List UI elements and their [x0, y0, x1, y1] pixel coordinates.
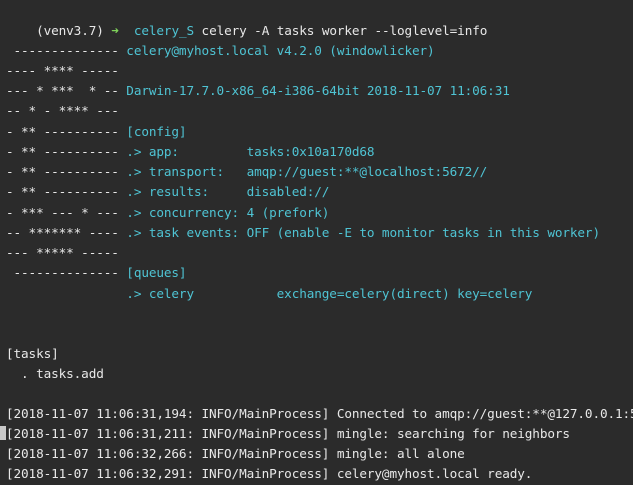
banner-art: --------------	[6, 43, 127, 58]
banner-line: --- * *** * -- Darwin-17.7.0-x86_64-i386…	[6, 81, 510, 101]
banner-line: -- ******* ---- .> task events: OFF (ena…	[6, 223, 600, 243]
banner-line: - ** ---------- .> transport: amqp://gue…	[6, 162, 487, 182]
banner-line: - ** ---------- .> results: disabled://	[6, 182, 329, 202]
banner-art: --- * *** * --	[6, 83, 127, 98]
banner-line: - ** ---------- .> app: tasks:0x10a170d6…	[6, 142, 375, 162]
banner-line: -- * - **** ---	[6, 101, 126, 121]
log-text: [2018-11-07 11:06:32,266: INFO/MainProce…	[6, 446, 465, 461]
banner-line: - ** ---------- [config]	[6, 122, 187, 142]
log-line: [2018-11-07 11:06:31,211: INFO/MainProce…	[0, 424, 570, 444]
banner-art: - *** --- * ---	[6, 205, 127, 220]
scrollbar[interactable]	[629, 0, 633, 485]
banner-art: - ** ----------	[6, 144, 127, 159]
banner-line: - *** --- * --- .> concurrency: 4 (prefo…	[6, 203, 329, 223]
task-item-label: . tasks.add	[6, 366, 104, 381]
banner-art: --- ***** -----	[6, 245, 127, 260]
tasks-header-label: [tasks]	[6, 346, 59, 361]
task-item: . tasks.add	[6, 364, 104, 384]
banner-text: [queues]	[126, 265, 187, 280]
banner-line: -------------- [queues]	[6, 263, 187, 283]
banner-art: - ** ----------	[6, 124, 127, 139]
banner-line: --- ***** -----	[6, 243, 126, 263]
log-text: [2018-11-07 11:06:32,291: INFO/MainProce…	[6, 466, 533, 481]
banner-text: .> task events: OFF (enable -E to monito…	[126, 225, 600, 240]
log-text: [2018-11-07 11:06:31,211: INFO/MainProce…	[6, 426, 570, 441]
banner-art: --------------	[6, 265, 127, 280]
banner-text: [config]	[126, 124, 187, 139]
log-text: [2018-11-07 11:06:31,194: INFO/MainProce…	[6, 406, 633, 421]
banner-line: -------------- celery@myhost.local v4.2.…	[6, 41, 435, 61]
banner-art: -- * - **** ---	[6, 103, 127, 118]
log-line: [2018-11-07 11:06:32,266: INFO/MainProce…	[6, 444, 465, 464]
prompt-arrow-icon: ➜	[111, 23, 119, 39]
current-directory: celery_S	[133, 23, 195, 39]
banner-art: -- ******* ----	[6, 225, 127, 240]
tasks-header: [tasks]	[6, 344, 59, 364]
banner-art	[6, 286, 126, 301]
banner-text: celery@myhost.local v4.2.0 (windowlicker…	[126, 43, 435, 58]
banner-text: .> app: tasks:0x10a170d68	[126, 144, 375, 159]
log-line: [2018-11-07 11:06:32,291: INFO/MainProce…	[6, 464, 532, 484]
banner-line: .> celery exchange=celery(direct) key=ce…	[6, 284, 532, 304]
command-text: celery -A tasks worker --loglevel=info	[201, 23, 488, 39]
banner-text: .> celery exchange=celery(direct) key=ce…	[126, 286, 533, 301]
log-line: [2018-11-07 11:06:31,194: INFO/MainProce…	[6, 404, 633, 424]
terminal-window[interactable]: (venv3.7) ➜ celery_S celery -A tasks wor…	[0, 0, 633, 485]
banner-text: Darwin-17.7.0-x86_64-i386-64bit 2018-11-…	[126, 83, 510, 98]
banner-art: - ** ----------	[6, 164, 127, 179]
banner-line: ---- **** -----	[6, 61, 126, 81]
venv-label: (venv3.7)	[36, 23, 104, 39]
banner-text: .> transport: amqp://guest:**@localhost:…	[126, 164, 488, 179]
banner-art: - ** ----------	[6, 184, 127, 199]
banner-text: .> concurrency: 4 (prefork)	[126, 205, 330, 220]
banner-text: .> results: disabled://	[126, 184, 330, 199]
prompt-line: (venv3.7) ➜ celery_S celery -A tasks wor…	[6, 1, 487, 38]
banner-art: ---- **** -----	[6, 63, 127, 78]
